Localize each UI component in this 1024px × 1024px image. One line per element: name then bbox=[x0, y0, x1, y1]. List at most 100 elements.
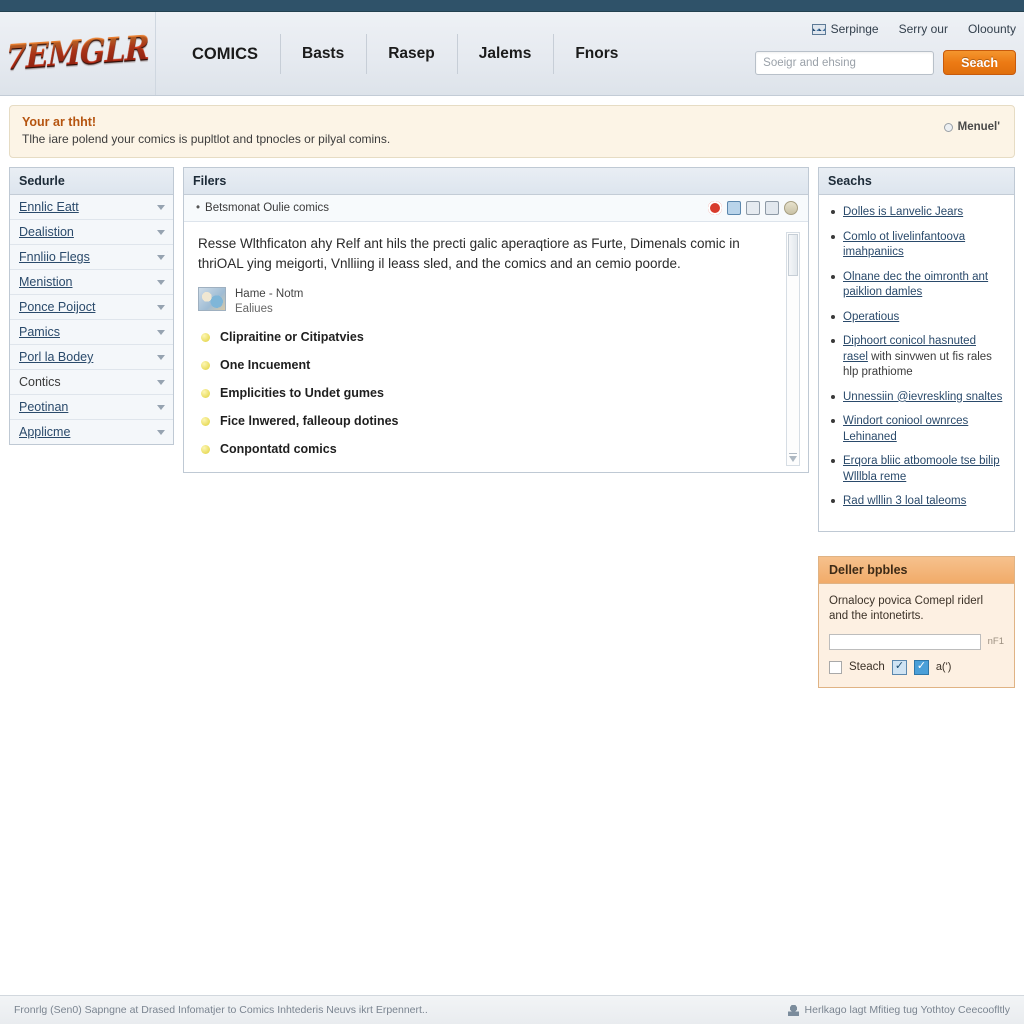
nav-item-comics[interactable]: COMICS bbox=[170, 12, 280, 96]
logo-cell[interactable]: 7EMGLR bbox=[0, 12, 156, 95]
search-link-5[interactable]: Unnessiin @ievreskling snaltes bbox=[843, 391, 1002, 403]
sidebar-item-4[interactable]: Ponce Poijoct bbox=[10, 295, 173, 320]
chevron-down-icon bbox=[157, 405, 165, 410]
sidebar-item-label: Fnnliio Flegs bbox=[19, 250, 90, 264]
list-item: Unnessiin @ievreskling snaltes bbox=[831, 390, 1003, 406]
media-line-1: Hame - Notm bbox=[235, 287, 304, 300]
chevron-down-icon bbox=[157, 330, 165, 335]
footer-left-text: Fronrlg (Sen0) Sapngne at Drased Infomat… bbox=[14, 1004, 428, 1016]
utility-link-oloounty[interactable]: Oloounty bbox=[968, 22, 1016, 36]
vertical-scrollbar[interactable] bbox=[786, 232, 800, 466]
list-item[interactable]: Clipraitine or Citipatvies bbox=[198, 330, 774, 358]
sidebar-item-0[interactable]: Ennlic Eatt bbox=[10, 195, 173, 220]
sidebar-item-label: Ennlic Eatt bbox=[19, 200, 79, 214]
sidebar-item-6[interactable]: Porl la Bodey bbox=[10, 345, 173, 370]
circle-icon bbox=[943, 122, 953, 132]
sidebar-item-label: Peotinan bbox=[19, 400, 69, 414]
sidebar-item-2[interactable]: Fnnliio Flegs bbox=[10, 245, 173, 270]
list-item: Rad wlllin 3 loal taleoms bbox=[831, 494, 1003, 510]
sidebar-item-1[interactable]: Dealistion bbox=[10, 220, 173, 245]
list-item: Comlo ot livelinfantoova imahpaniics bbox=[831, 230, 1003, 261]
promo-title: Deller bpbles bbox=[819, 556, 1014, 584]
search-link-3[interactable]: Operatious bbox=[843, 311, 899, 323]
search-link-1[interactable]: Comlo ot livelinfantoova imahpaniics bbox=[843, 231, 965, 259]
main-column: Filers • Betsmonat Oulie comics Resse Wlt… bbox=[183, 167, 809, 473]
nav-item-fnors[interactable]: Fnors bbox=[553, 12, 640, 96]
sidebar-item-label: Porl la Bodey bbox=[19, 350, 94, 364]
list-item: Operatious bbox=[831, 310, 1003, 326]
bullet-list: Clipraitine or Citipatvies One Incuement… bbox=[198, 330, 774, 458]
thumbnail-image bbox=[198, 286, 226, 311]
content-columns: Sedurle Ennlic Eatt Dealistion Fnnliio F… bbox=[0, 158, 1024, 688]
search-link-8[interactable]: Rad wlllin 3 loal taleoms bbox=[843, 495, 966, 507]
promo-checkbox-label: Steach bbox=[849, 661, 885, 674]
nav-item-rasep[interactable]: Rasep bbox=[366, 12, 457, 96]
chevron-down-icon bbox=[157, 280, 165, 285]
search-button[interactable]: Seach bbox=[943, 50, 1016, 75]
promo-trailing-label: a(') bbox=[935, 661, 952, 674]
record-icon[interactable] bbox=[708, 201, 722, 215]
top-accent-bar bbox=[0, 0, 1024, 12]
search-link-0[interactable]: Dolles is Lanvelic Jears bbox=[843, 206, 963, 218]
check-filled-icon[interactable] bbox=[913, 659, 929, 675]
utility-link-serry-our[interactable]: Serry our bbox=[899, 22, 948, 36]
scrollbar-thumb[interactable] bbox=[788, 234, 798, 276]
sidebar-item-3[interactable]: Menistion bbox=[10, 270, 173, 295]
nav-item-jalems[interactable]: Jalems bbox=[456, 12, 554, 96]
sidebar-item-label: Ponce Poijoct bbox=[19, 300, 96, 314]
chevron-down-icon bbox=[157, 380, 165, 385]
chevron-down-icon bbox=[157, 255, 165, 260]
check-outline-icon[interactable] bbox=[891, 659, 907, 675]
list-item: Olnane dec the oimronth ant paiklion dam… bbox=[831, 270, 1003, 301]
panel-toolbar bbox=[708, 201, 798, 215]
list-item: Diphoort conicol hasnuted rasel with sin… bbox=[831, 334, 1003, 381]
searches-title: Seachs bbox=[819, 168, 1014, 195]
utility-link-serpinge[interactable]: Serpinge bbox=[811, 22, 879, 36]
sidebar-item-5[interactable]: Pamics bbox=[10, 320, 173, 345]
upload-icon[interactable] bbox=[784, 201, 798, 215]
nav-item-basts[interactable]: Basts bbox=[280, 12, 366, 96]
sidebar-item-8[interactable]: Peotinan bbox=[10, 395, 173, 420]
footer-right[interactable]: Herlkago lagt Mfitieg tug Yothtoy Ceecoo… bbox=[787, 1004, 1010, 1016]
sidebar-item-7[interactable]: Contics bbox=[10, 370, 173, 395]
search-link-6[interactable]: Windort coniool ownrces Lehinaned bbox=[843, 415, 968, 443]
site-logo[interactable]: 7EMGLR bbox=[4, 29, 151, 78]
scroll-region: Resse Wlthficaton ahy Relf ant hils the … bbox=[184, 222, 808, 472]
search-link-2[interactable]: Olnane dec the oimronth ant paiklion dam… bbox=[843, 271, 988, 299]
bullet-icon: • bbox=[196, 202, 201, 214]
list-item: Erqora bliic atbomoole tse bilip Wlllbla… bbox=[831, 454, 1003, 485]
search-input[interactable] bbox=[755, 50, 935, 75]
footer-right-text: Herlkago lagt Mfitieg tug Yothtoy Ceecoo… bbox=[804, 1004, 1010, 1016]
chevron-down-icon bbox=[157, 305, 165, 310]
promo-input[interactable] bbox=[829, 633, 981, 650]
save-icon[interactable] bbox=[727, 201, 741, 215]
search-link-7[interactable]: Erqora bliic atbomoole tse bilip Wlllbla… bbox=[843, 455, 1000, 483]
notice-banner: Your ar thht! Tlhe iare polend your comi… bbox=[9, 105, 1015, 158]
list-item[interactable]: Fice lnwered, falleoup dotines bbox=[198, 414, 774, 442]
promo-input-row: nF1 bbox=[829, 633, 1004, 650]
sidebar-item-9[interactable]: Applicme bbox=[10, 420, 173, 444]
promo-checkbox[interactable] bbox=[829, 660, 842, 674]
chevron-down-icon bbox=[157, 230, 165, 235]
masthead: 7EMGLR COMICS Basts Rasep Jalems Fnors S… bbox=[0, 12, 1024, 96]
breadcrumb-label: Betsmonat Oulie comics bbox=[205, 202, 330, 214]
footer: Fronrlg (Sen0) Sapngne at Drased Infomat… bbox=[0, 995, 1024, 1024]
chevron-down-icon bbox=[157, 205, 165, 210]
notice-action-button[interactable]: Menuel' bbox=[943, 121, 1000, 133]
image-icon[interactable] bbox=[765, 201, 779, 215]
note-icon[interactable] bbox=[746, 201, 760, 215]
list-item[interactable]: Emplicities to Undet gumes bbox=[198, 386, 774, 414]
main-navigation: COMICS Basts Rasep Jalems Fnors bbox=[156, 12, 640, 95]
flag-icon bbox=[811, 23, 826, 35]
sidebar-item-label: Pamics bbox=[19, 325, 60, 339]
scroll-down-arrow-icon[interactable] bbox=[789, 452, 797, 462]
left-sidebar: Sedurle Ennlic Eatt Dealistion Fnnliio F… bbox=[9, 167, 174, 445]
chevron-down-icon bbox=[157, 355, 165, 360]
chevron-down-icon bbox=[157, 430, 165, 435]
sidebar-item-label: Menistion bbox=[19, 275, 73, 289]
searches-panel: Seachs Dolles is Lanvelic Jears Comlo ot… bbox=[818, 167, 1015, 532]
list-item[interactable]: Conpontatd comics bbox=[198, 442, 774, 458]
promo-checkbox-row: Steach a(') bbox=[829, 659, 1004, 675]
sidebar-item-label: Contics bbox=[19, 375, 61, 389]
list-item[interactable]: One Incuement bbox=[198, 358, 774, 386]
